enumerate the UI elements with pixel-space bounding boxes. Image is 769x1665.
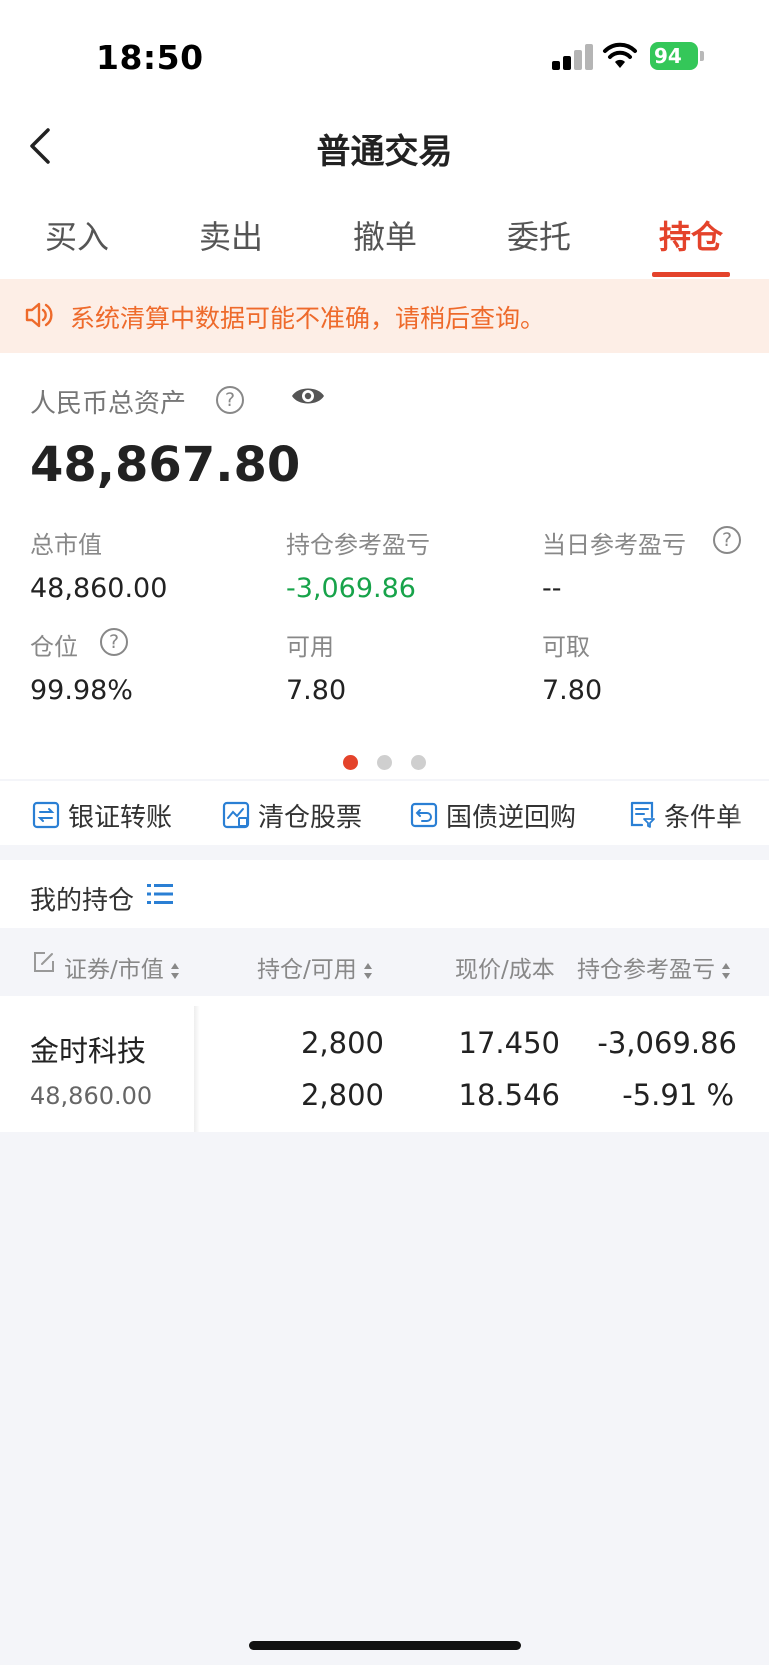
daily-pnl-value: -- xyxy=(542,573,562,604)
page-title: 普通交易 xyxy=(316,132,453,172)
column-position-label: 持仓/可用 xyxy=(257,957,357,983)
tool-label: 银证转账 xyxy=(68,803,173,833)
column-pnl-label: 持仓参考盈亏 xyxy=(577,957,715,983)
column-price[interactable]: 现价/成本 xyxy=(455,950,555,984)
battery-icon: 94 xyxy=(650,42,704,70)
withdrawable-label: 可取 xyxy=(542,633,590,661)
app-screen: 18:50 94 普通交易 买入 卖出 撤单 委托 持仓 系统清算中数据可能不准… xyxy=(0,0,769,1665)
withdrawable-value: 7.80 xyxy=(542,675,603,706)
stock-market-value: 48,860.00 xyxy=(30,1082,153,1110)
sticky-column-shadow xyxy=(194,1006,200,1132)
cellular-signal-icon xyxy=(552,44,594,70)
eye-icon[interactable] xyxy=(290,383,326,409)
tab-bar: 买入 卖出 撤单 委托 持仓 xyxy=(0,200,769,280)
available-value: 7.80 xyxy=(286,675,347,706)
page-dot-1[interactable] xyxy=(343,755,358,770)
tab-buy[interactable]: 买入 xyxy=(22,212,132,258)
list-icon[interactable] xyxy=(146,882,174,906)
position-qty: 2,800 xyxy=(300,1026,384,1060)
active-tab-indicator xyxy=(652,272,730,277)
clear-stock-icon xyxy=(222,801,250,829)
notice-text: 系统清算中数据可能不准确，请稍后查询。 xyxy=(70,304,546,333)
tab-orders[interactable]: 委托 xyxy=(484,212,594,258)
wifi-icon xyxy=(603,42,637,68)
help-icon[interactable]: ? xyxy=(216,386,244,414)
position-pnl: -3,069.86 xyxy=(597,1026,737,1060)
current-price: 17.450 xyxy=(458,1026,560,1060)
sort-icon xyxy=(722,962,730,979)
page-indicator xyxy=(0,755,769,775)
daily-pnl-label: 当日参考盈亏 xyxy=(542,531,686,559)
column-security[interactable]: 证券/市值 xyxy=(64,950,180,984)
transfer-icon xyxy=(32,801,60,829)
total-assets-value: 48,867.80 xyxy=(30,437,301,493)
assets-card: 人民币总资产 ? 48,867.80 总市值 48,860.00 持仓参考盈亏 … xyxy=(0,353,769,779)
holdings-title: 我的持仓 xyxy=(30,886,135,916)
notice-banner: 系统清算中数据可能不准确，请稍后查询。 xyxy=(0,279,769,353)
reverse-repo-icon xyxy=(410,802,438,828)
tab-cancel[interactable]: 撤单 xyxy=(330,212,440,258)
holdings-header: 我的持仓 xyxy=(0,860,769,928)
status-time: 18:50 xyxy=(96,38,204,77)
page-dot-2[interactable] xyxy=(377,755,392,770)
stock-name: 金时科技 xyxy=(30,1034,147,1068)
page-dot-3[interactable] xyxy=(411,755,426,770)
home-indicator xyxy=(249,1641,521,1650)
speaker-icon xyxy=(25,302,53,328)
position-pnl-label: 持仓参考盈亏 xyxy=(286,531,430,559)
position-ratio-label: 仓位 xyxy=(30,633,78,661)
market-value-value: 48,860.00 xyxy=(30,573,168,604)
holdings-column-header: 证券/市值 持仓/可用 现价/成本 持仓参考盈亏 xyxy=(0,928,769,996)
column-position[interactable]: 持仓/可用 xyxy=(257,950,373,984)
battery-level: 94 xyxy=(654,44,682,68)
market-value-label: 总市值 xyxy=(30,531,102,559)
condition-order-icon xyxy=(630,801,655,828)
column-pnl[interactable]: 持仓参考盈亏 xyxy=(577,950,731,984)
quick-tools: 银证转账 清仓股票 国债逆回购 条件单 xyxy=(0,781,769,845)
sort-icon xyxy=(170,962,179,979)
cost-price: 18.546 xyxy=(458,1078,560,1112)
tool-label: 国债逆回购 xyxy=(446,803,577,833)
available-label: 可用 xyxy=(286,633,334,661)
available-qty: 2,800 xyxy=(300,1078,384,1112)
tab-sell[interactable]: 卖出 xyxy=(176,212,286,258)
position-pnl-percent: -5.91 % xyxy=(622,1078,734,1112)
position-ratio-value: 99.98% xyxy=(30,675,133,706)
tool-label: 清仓股票 xyxy=(258,803,363,833)
sort-icon xyxy=(363,962,372,979)
holding-row[interactable]: 金时科技 48,860.00 2,800 2,800 17.450 18.546… xyxy=(0,996,769,1132)
edit-icon[interactable] xyxy=(32,950,56,974)
position-pnl-value: -3,069.86 xyxy=(286,573,416,604)
help-icon[interactable]: ? xyxy=(100,628,128,656)
help-icon[interactable]: ? xyxy=(713,526,741,554)
tab-positions[interactable]: 持仓 xyxy=(636,212,746,258)
column-security-label: 证券/市值 xyxy=(64,957,164,983)
total-assets-label: 人民币总资产 xyxy=(30,389,187,419)
scroll-fade xyxy=(729,781,769,845)
